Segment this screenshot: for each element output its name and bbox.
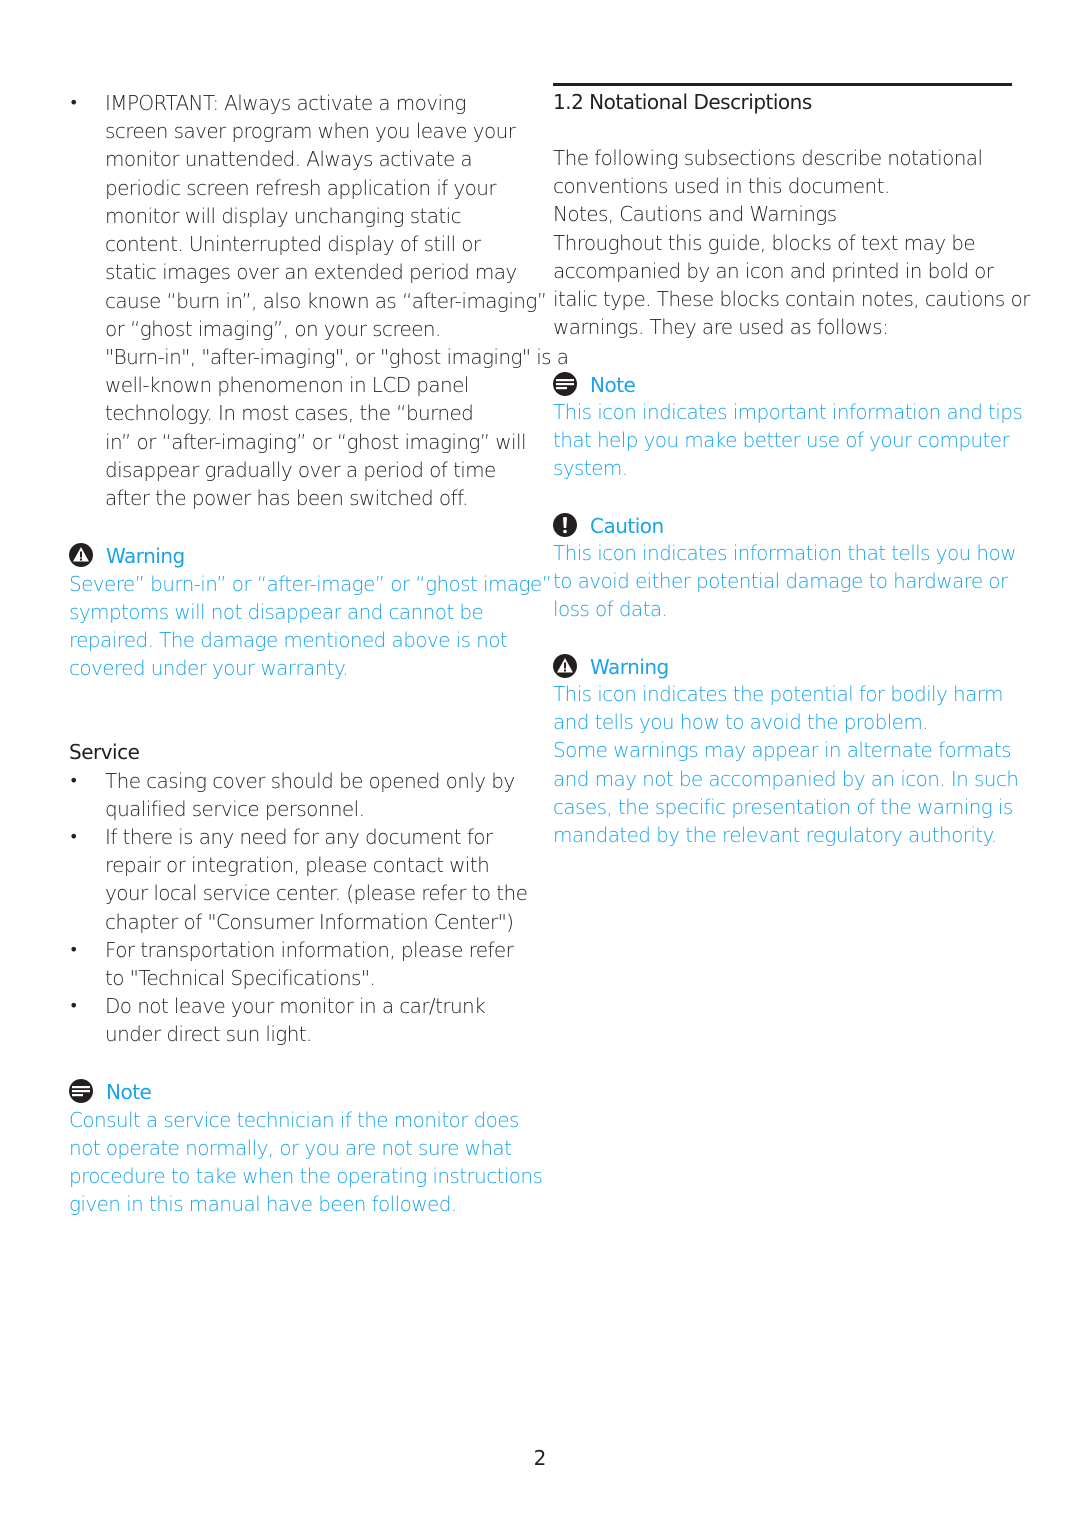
service-heading: Service bbox=[69, 740, 140, 764]
warning-text-line: symptoms will not disappear and cannot b… bbox=[69, 600, 484, 624]
note-title: Note bbox=[106, 1080, 152, 1104]
bullet-glyph: • bbox=[69, 940, 79, 959]
text-line: monitor will display unchanging static bbox=[105, 204, 462, 228]
text-line: technology. In most cases, the “burned bbox=[105, 401, 474, 425]
caution-text-line: to avoid either potential damage to hard… bbox=[553, 569, 1008, 593]
text-line: accompanied by an icon and printed in bo… bbox=[553, 259, 994, 283]
note-text-line: procedure to take when the operating ins… bbox=[69, 1164, 543, 1188]
section-title: 1.2 Notational Descriptions bbox=[553, 90, 812, 114]
text-line: or “ghost imaging”, on your screen. bbox=[105, 317, 441, 341]
warning-text-line: mandated by the relevant regulatory auth… bbox=[553, 823, 997, 847]
text-line: warnings. They are used as follows: bbox=[553, 315, 889, 339]
warning-title: Warning bbox=[106, 544, 185, 568]
text-line: periodic screen refresh application if y… bbox=[105, 176, 497, 200]
warning-triangle-icon bbox=[69, 543, 93, 567]
warning-text-line: cases, the specific presentation of the … bbox=[553, 795, 1013, 819]
warning-text-line: repaired. The damage mentioned above is … bbox=[69, 628, 508, 652]
note-text-line: that help you make better use of your co… bbox=[553, 428, 1010, 452]
text-line: conventions used in this document. bbox=[553, 174, 890, 198]
service-bullet-line: qualified service personnel. bbox=[105, 797, 365, 821]
text-line: after the power has been switched off. bbox=[105, 486, 468, 510]
note-icon bbox=[69, 1079, 93, 1103]
warning-text-line: and tells you how to avoid the problem. bbox=[553, 710, 929, 734]
warning-text-line: This icon indicates the potential for bo… bbox=[553, 682, 1003, 706]
caution-text-line: loss of data. bbox=[553, 597, 668, 621]
note-text-line: given in this manual have been followed. bbox=[69, 1192, 457, 1216]
text-line: disappear gradually over a period of tim… bbox=[105, 458, 496, 482]
subheading: Notes, Cautions and Warnings bbox=[553, 202, 837, 226]
text-line: screen saver program when you leave your bbox=[105, 119, 516, 143]
caution-text-line: This icon indicates information that tel… bbox=[553, 541, 1016, 565]
text-line: IMPORTANT: Always activate a moving bbox=[105, 91, 467, 115]
bullet-glyph: • bbox=[69, 771, 79, 790]
text-line: italic type. These blocks contain notes,… bbox=[553, 287, 1030, 311]
service-bullet-line: chapter of "Consumer Information Center"… bbox=[105, 910, 514, 934]
service-bullet-line: Do not leave your monitor in a car/trunk bbox=[105, 994, 486, 1018]
warning-triangle-icon bbox=[553, 654, 577, 678]
text-line: cause “burn in”, also known as “after-im… bbox=[105, 289, 547, 313]
warning-text-line: covered under your warranty. bbox=[69, 656, 349, 680]
bullet-glyph: • bbox=[69, 93, 79, 112]
service-bullet-line: For transportation information, please r… bbox=[105, 938, 514, 962]
section-rule bbox=[553, 83, 1012, 86]
warning-text-line: Some warnings may appear in alternate fo… bbox=[553, 738, 1012, 762]
text-line: content. Uninterrupted display of still … bbox=[105, 232, 481, 256]
text-line: Throughout this guide, blocks of text ma… bbox=[553, 231, 976, 255]
note-icon bbox=[553, 372, 577, 396]
service-bullet-line: to "Technical Specifications". bbox=[105, 966, 376, 990]
warning-text-line: Severe” burn-in” or “after-image” or “gh… bbox=[69, 572, 552, 596]
service-bullet-line: The casing cover should be opened only b… bbox=[105, 769, 515, 793]
bullet-glyph: • bbox=[69, 827, 79, 846]
note-text-line: not operate normally, or you are not sur… bbox=[69, 1136, 512, 1160]
caution-exclamation-icon bbox=[553, 513, 577, 537]
bullet-glyph: • bbox=[69, 996, 79, 1015]
text-line: in” or “after-imaging” or “ghost imaging… bbox=[105, 430, 527, 454]
service-bullet-line: repair or integration, please contact wi… bbox=[105, 853, 490, 877]
service-bullet-line: If there is any need for any document fo… bbox=[105, 825, 493, 849]
note-text-line: Consult a service technician if the moni… bbox=[69, 1108, 519, 1132]
note-text-line: This icon indicates important informatio… bbox=[553, 400, 1023, 424]
warning-title: Warning bbox=[590, 655, 669, 679]
note-text-line: system. bbox=[553, 456, 628, 480]
text-line: well-known phenomenon in LCD panel bbox=[105, 373, 469, 397]
warning-text-line: and may not be accompanied by an icon. I… bbox=[553, 767, 1019, 791]
text-line: monitor unattended. Always activate a bbox=[105, 147, 473, 171]
service-bullet-line: under direct sun light. bbox=[105, 1022, 312, 1046]
caution-title: Caution bbox=[590, 514, 664, 538]
text-line: "Burn-in", "after-imaging", or "ghost im… bbox=[105, 345, 569, 369]
text-line: The following subsections describe notat… bbox=[553, 146, 983, 170]
service-bullet-line: your local service center. (please refer… bbox=[105, 881, 528, 905]
note-title: Note bbox=[590, 373, 636, 397]
page-number: 2 bbox=[533, 1446, 547, 1470]
text-line: static images over an extended period ma… bbox=[105, 260, 517, 284]
